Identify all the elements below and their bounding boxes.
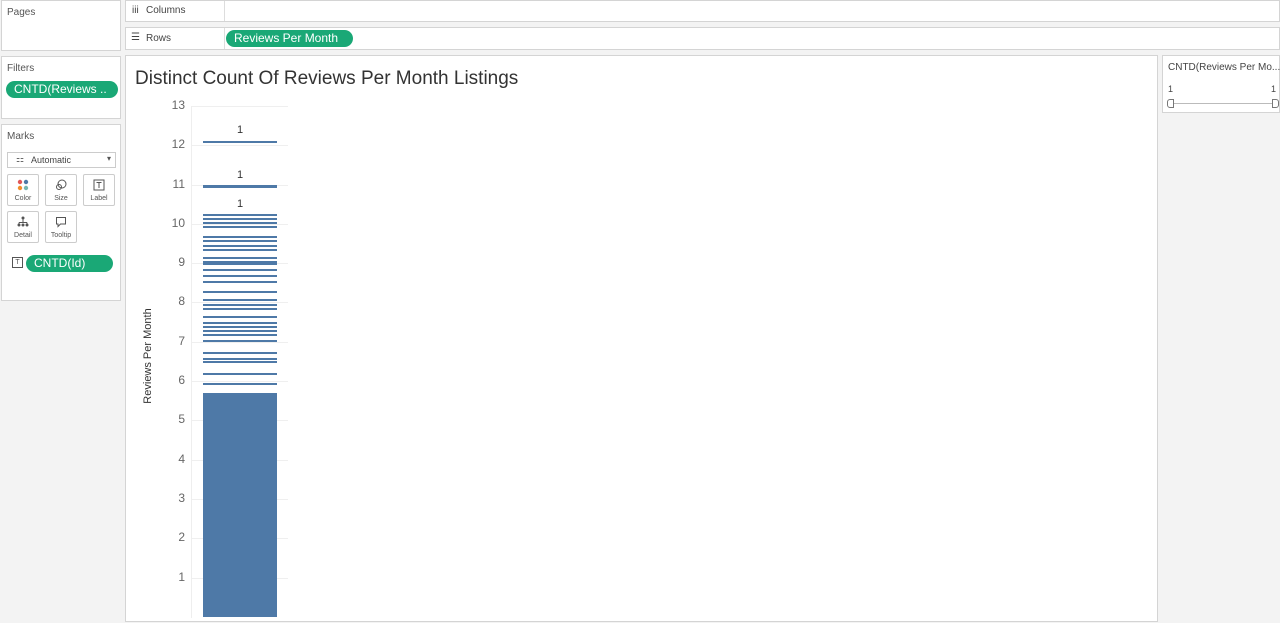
rows-shelf[interactable]: ☰ Rows Reviews Per Month xyxy=(125,27,1280,50)
mark-type-dropdown[interactable]: ⚏ Automatic ▾ xyxy=(7,152,116,168)
legend-slider-track[interactable] xyxy=(1169,103,1277,104)
detail-icon xyxy=(8,216,38,231)
legend-min: 1 xyxy=(1168,84,1174,94)
mark-type-value: Automatic xyxy=(31,155,72,165)
label-button[interactable]: Label xyxy=(83,174,115,206)
rows-pill-reviews-per-month[interactable]: Reviews Per Month xyxy=(226,30,353,47)
legend-card: CNTD(Reviews Per Mo... 1 1 xyxy=(1162,55,1280,113)
tooltip-icon xyxy=(46,216,76,231)
marks-title: Marks xyxy=(7,131,35,142)
tooltip-button[interactable]: Tooltip xyxy=(45,211,77,243)
color-label: Color xyxy=(14,195,32,202)
filter-pill-cntd-reviews[interactable]: CNTD(Reviews .. xyxy=(6,81,118,98)
pages-panel: Pages xyxy=(1,0,121,51)
columns-icon: iii xyxy=(132,5,139,16)
color-icon xyxy=(8,179,38,194)
label-label: Label xyxy=(90,195,108,202)
mark-type-icon: ⚏ xyxy=(16,154,25,164)
bar-data-label: 1 xyxy=(236,198,244,211)
detail-label: Detail xyxy=(14,232,32,239)
marks-panel: Marks ⚏ Automatic ▾ Color Size Label Det… xyxy=(1,124,121,301)
legend-slider-max-handle[interactable] xyxy=(1272,99,1279,108)
size-icon xyxy=(46,179,76,194)
rows-divider xyxy=(224,28,225,49)
chevron-down-icon: ▾ xyxy=(106,154,111,163)
filters-panel: Filters CNTD(Reviews .. xyxy=(1,56,121,119)
label-mark-icon: T xyxy=(12,257,23,268)
color-button[interactable]: Color xyxy=(7,174,39,206)
size-label: Size xyxy=(54,195,68,202)
legend-max: 1 xyxy=(1270,84,1276,94)
legend-title: CNTD(Reviews Per Mo... xyxy=(1168,62,1280,73)
size-button[interactable]: Size xyxy=(45,174,77,206)
detail-button[interactable]: Detail xyxy=(7,211,39,243)
bar-data-label: 1 xyxy=(236,124,244,137)
pane-border-left xyxy=(191,106,192,618)
rows-icon: ☰ xyxy=(131,32,140,43)
view-area: Distinct Count Of Reviews Per Month List… xyxy=(125,55,1158,622)
columns-label: Columns xyxy=(146,5,186,16)
marks-pill-cntd-id[interactable]: CNTD(Id) xyxy=(26,255,113,272)
bar-data-label: 1 xyxy=(236,168,244,181)
label-area: 1 1 1 xyxy=(203,56,277,623)
columns-divider xyxy=(224,1,225,21)
columns-shelf[interactable]: iii Columns xyxy=(125,0,1280,22)
pages-title: Pages xyxy=(7,7,36,18)
filters-title: Filters xyxy=(7,63,35,74)
rows-label: Rows xyxy=(146,33,172,44)
legend-slider-min-handle[interactable] xyxy=(1167,99,1174,108)
tooltip-label: Tooltip xyxy=(50,232,72,239)
gridlines xyxy=(126,56,1159,623)
label-icon xyxy=(84,179,114,194)
